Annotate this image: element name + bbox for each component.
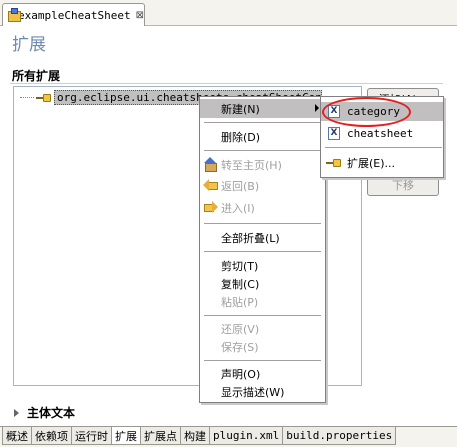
tab-extensions[interactable]: 扩展 — [111, 427, 141, 445]
tab-build[interactable]: 构建 — [180, 427, 210, 445]
menu-separator — [204, 122, 321, 123]
submenu-item-extension[interactable]: 扩展(E)... — [321, 153, 443, 172]
menu-item-label: 复制(C) — [221, 277, 260, 291]
menu-item-go-home[interactable]: 转至主页(H) — [200, 155, 325, 174]
menu-item-label: 转至主页(H) — [221, 158, 282, 172]
body-text-section[interactable]: 主体文本 — [14, 404, 75, 421]
menu-item-label: 显示描述(W) — [221, 385, 285, 399]
menu-item-label: 粘贴(P) — [221, 295, 259, 309]
editor-tab[interactable]: exampleCheatSheet ⊠ — [2, 3, 145, 26]
menu-separator — [204, 360, 321, 361]
tab-overview[interactable]: 概述 — [2, 427, 32, 445]
menu-separator — [204, 150, 321, 151]
section-title: 主体文本 — [27, 406, 76, 420]
section-divider — [10, 83, 443, 84]
plugin-manifest-icon — [7, 8, 22, 22]
tab-dependencies[interactable]: 依赖项 — [31, 427, 72, 445]
context-menu: 新建(N) 删除(D) 转至主页(H) 返回(B) 进入(I) 全部折叠(L) … — [199, 96, 326, 403]
menu-item-label: 进入(I) — [221, 201, 255, 215]
menu-item-label: 新建(N) — [221, 102, 260, 116]
new-submenu: X category X cheatsheet 扩展(E)... — [320, 96, 444, 178]
expand-icon[interactable] — [14, 408, 19, 417]
tree-connector — [20, 97, 34, 98]
menu-item-delete[interactable]: 删除(D) — [200, 127, 325, 146]
editor-tab-title: exampleCheatSheet — [18, 8, 131, 22]
tab-extension-points[interactable]: 扩展点 — [140, 427, 181, 445]
menu-item-cut[interactable]: 剪切(T) — [200, 256, 325, 275]
menu-item-label: 返回(B) — [221, 179, 260, 193]
menu-item-label: 全部折叠(L) — [221, 231, 280, 245]
menu-item-label: 删除(D) — [221, 130, 261, 144]
page-title: 扩展 — [12, 35, 46, 55]
submenu-item-cheatsheet[interactable]: X cheatsheet — [321, 124, 443, 143]
extension-icon — [36, 93, 52, 103]
menu-item-label: 声明(O) — [221, 367, 261, 381]
menu-separator — [325, 147, 442, 148]
back-arrow-icon — [203, 178, 218, 193]
menu-item-paste[interactable]: 粘贴(P) — [200, 292, 325, 311]
forward-arrow-icon — [203, 200, 218, 215]
xml-element-icon: X — [328, 105, 340, 118]
menu-item-label: 还原(V) — [221, 322, 260, 336]
submenu-arrow-icon — [315, 104, 319, 112]
editor-page-tabs: 概述 依赖项 运行时 扩展 扩展点 构建 plugin.xml build.pr… — [0, 426, 457, 447]
tab-build-properties[interactable]: build.properties — [282, 427, 397, 445]
menu-item-declaration[interactable]: 声明(O) — [200, 364, 325, 383]
extension-icon — [326, 158, 342, 168]
menu-item-go-into[interactable]: 进入(I) — [200, 198, 325, 217]
menu-item-save[interactable]: 保存(S) — [200, 337, 325, 356]
menu-item-collapse-all[interactable]: 全部折叠(L) — [200, 228, 325, 247]
menu-item-back[interactable]: 返回(B) — [200, 176, 325, 195]
home-icon — [203, 157, 218, 172]
section-title: 所有扩展 — [12, 69, 61, 83]
menu-separator — [204, 223, 321, 224]
menu-item-label: 剪切(T) — [221, 259, 259, 273]
menu-item-new[interactable]: 新建(N) — [200, 99, 325, 118]
menu-item-label: 保存(S) — [221, 340, 259, 354]
xml-element-icon: X — [328, 127, 340, 140]
tab-plugin-xml[interactable]: plugin.xml — [209, 427, 284, 445]
tab-runtime[interactable]: 运行时 — [71, 427, 112, 445]
menu-separator — [204, 251, 321, 252]
menu-separator — [204, 315, 321, 316]
submenu-item-label: cheatsheet — [347, 127, 414, 140]
editor-tab-bar: exampleCheatSheet ⊠ — [0, 0, 457, 26]
menu-item-show-description[interactable]: 显示描述(W) — [200, 382, 325, 401]
submenu-item-category[interactable]: X category — [321, 102, 443, 121]
menu-item-copy[interactable]: 复制(C) — [200, 274, 325, 293]
menu-item-revert[interactable]: 还原(V) — [200, 319, 325, 338]
submenu-item-label: 扩展(E)... — [347, 156, 396, 170]
close-icon[interactable]: ⊠ — [136, 10, 144, 21]
submenu-item-label: category — [347, 105, 400, 118]
